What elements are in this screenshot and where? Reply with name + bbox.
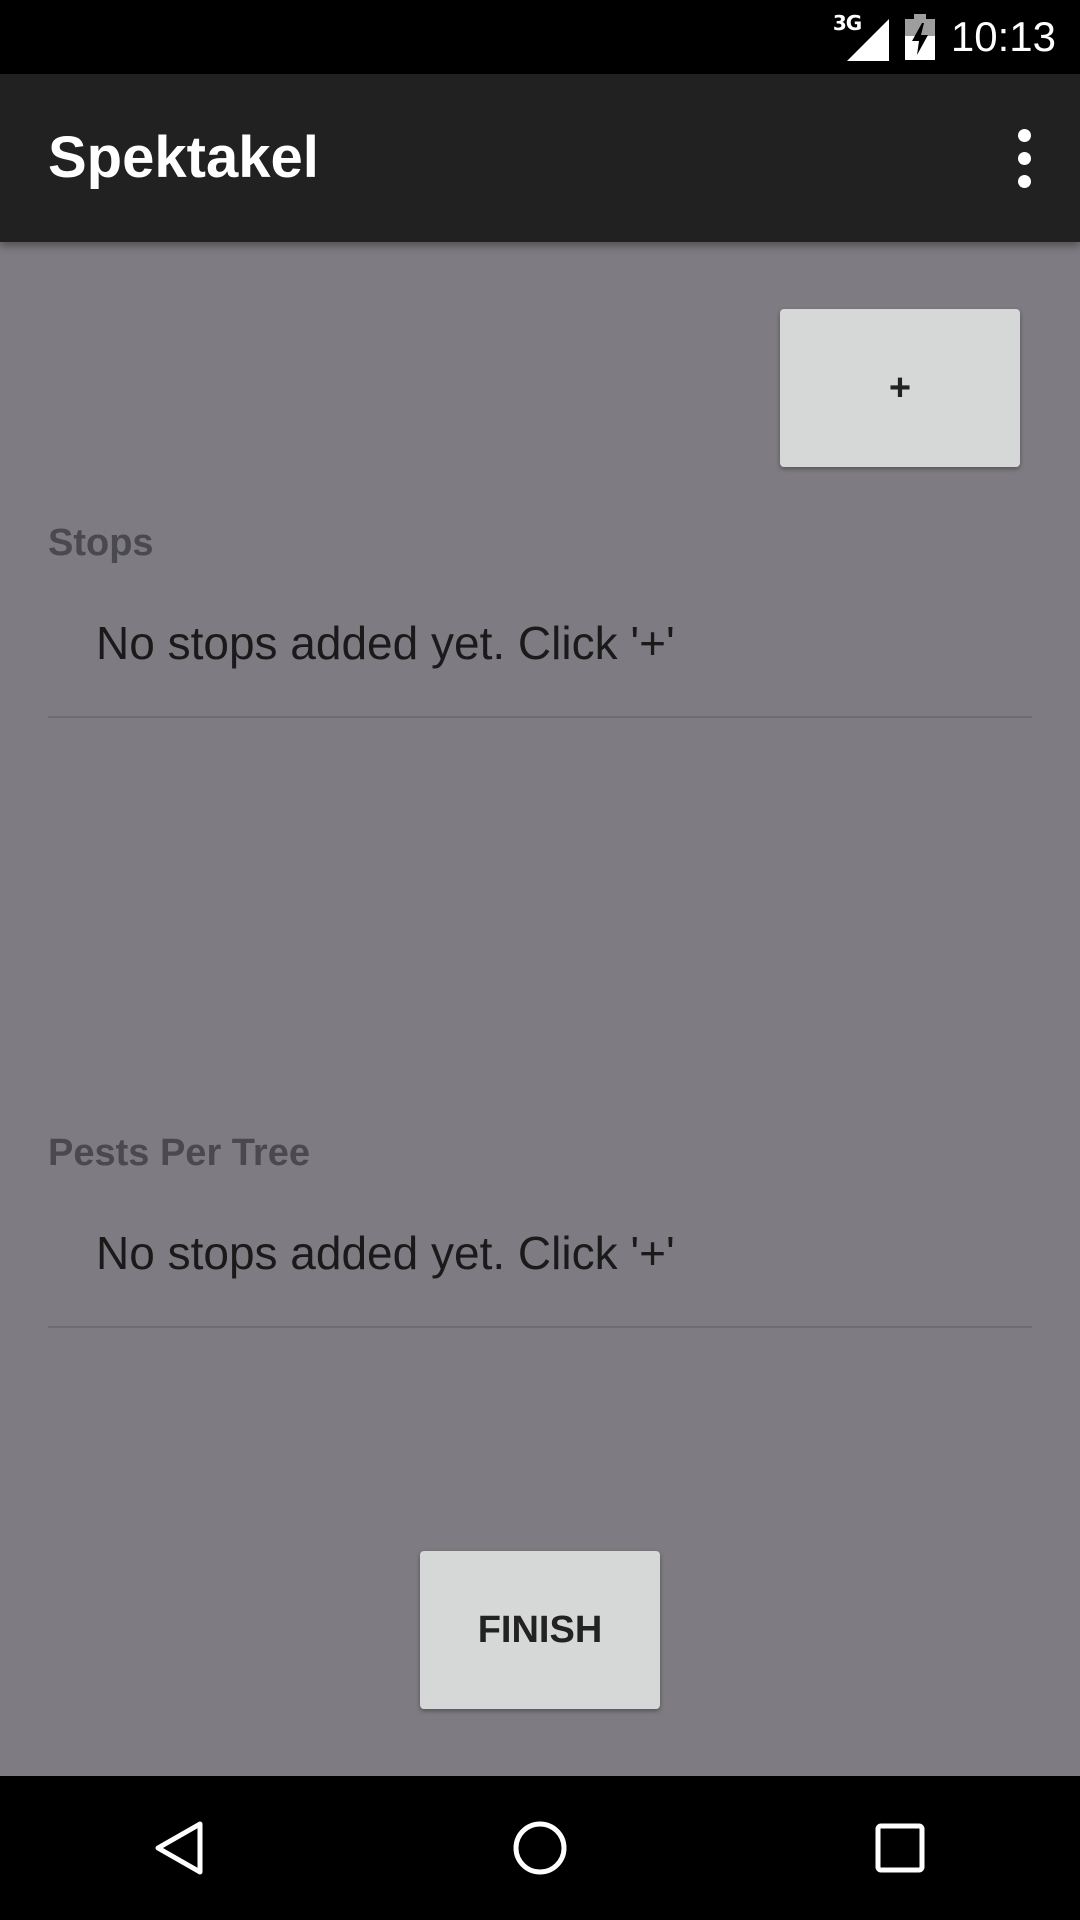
stops-divider [48,716,1032,718]
pests-divider [48,1326,1032,1328]
pests-empty-message: No stops added yet. Click '+' [96,1227,675,1279]
status-icons: 3G 10:13 [833,0,1056,74]
main-content: + Stops No stops added yet. Click '+' Pe… [0,242,1080,1776]
recents-icon[interactable] [840,1788,960,1908]
navigation-bar [0,1776,1080,1920]
app-title: Spektakel [48,125,319,190]
status-clock: 10:13 [950,13,1056,60]
battery-charging-icon [904,14,935,60]
home-icon-glyph [513,1821,567,1875]
signal-icon [846,19,889,61]
overflow-dot [1017,128,1031,142]
overflow-dot [1017,174,1031,188]
back-icon-glyph [155,1821,203,1875]
pests-per-tree-label: Pests Per Tree [48,1132,310,1174]
app-screen: 3G 10:13 Spektakel + Stops No stops adde… [0,0,1080,1920]
more-vert-icon[interactable] [992,112,1056,204]
app-bar: Spektakel [0,74,1080,242]
recents-icon-glyph [875,1823,925,1873]
overflow-dot [1017,151,1031,165]
finish-button[interactable]: FINISH [420,1551,660,1709]
add-stop-button[interactable]: + [780,309,1020,467]
back-icon[interactable] [120,1788,240,1908]
home-icon[interactable] [480,1788,600,1908]
status-bar: 3G 10:13 [0,0,1080,74]
signal-indicator: 3G [833,11,889,61]
stops-label: Stops [48,522,154,564]
stops-empty-message: No stops added yet. Click '+' [96,617,675,669]
